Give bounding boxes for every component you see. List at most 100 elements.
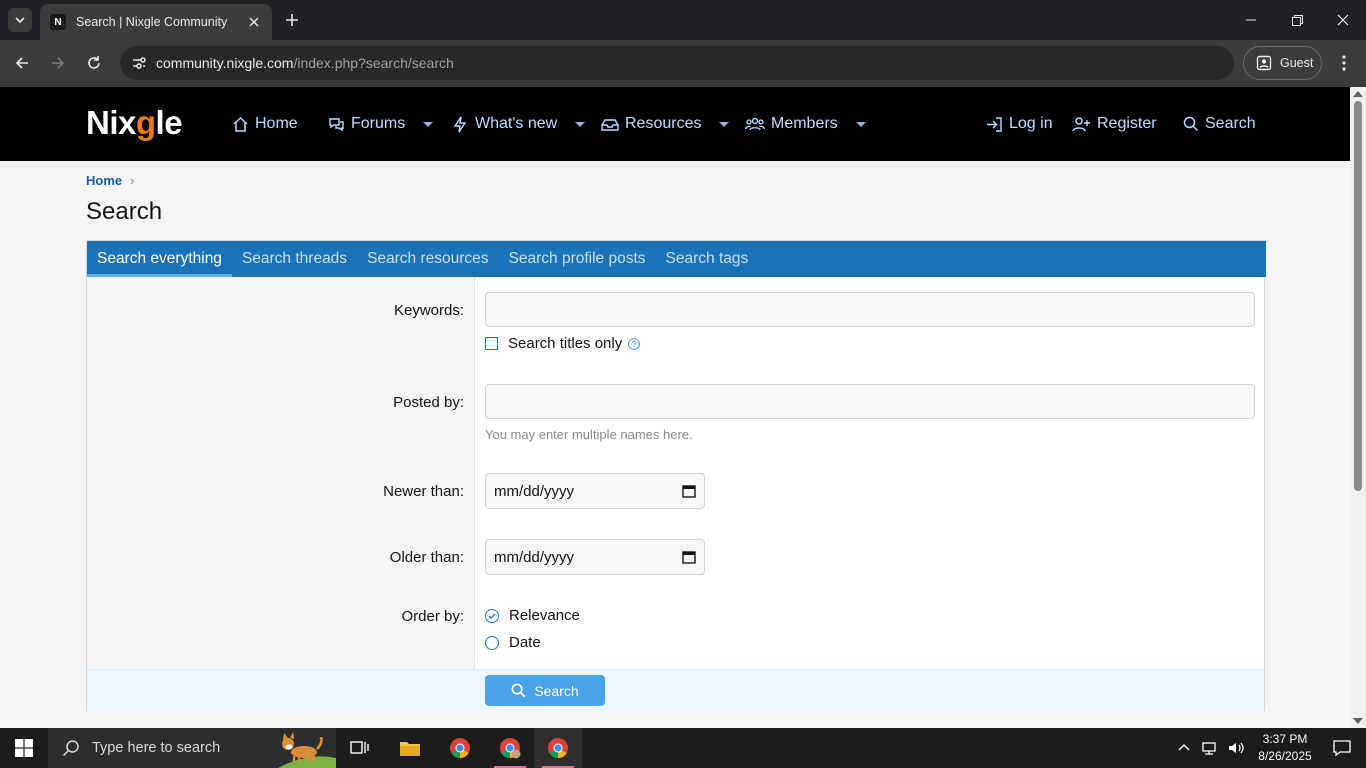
chevron-up-icon[interactable] bbox=[1178, 742, 1190, 754]
volume-icon[interactable] bbox=[1228, 741, 1244, 755]
breadcrumb-home[interactable]: Home bbox=[86, 173, 122, 188]
titles-only-label[interactable]: Search titles only bbox=[508, 335, 622, 352]
chevron-down-icon[interactable] bbox=[719, 121, 730, 127]
site-info-button[interactable] bbox=[122, 46, 156, 80]
nav-resources[interactable]: Resources bbox=[601, 87, 730, 161]
reload-icon bbox=[88, 56, 100, 69]
taskbar-clock[interactable]: 3:37 PM 8/26/2025 bbox=[1250, 731, 1320, 765]
reload-button[interactable] bbox=[79, 48, 109, 78]
task-view-icon bbox=[350, 741, 369, 754]
forward-button[interactable] bbox=[43, 48, 73, 78]
chevron-down-icon[interactable] bbox=[855, 121, 866, 127]
chrome-taskbar-button-2[interactable] bbox=[486, 728, 534, 768]
logo-part-1: Nix bbox=[86, 104, 136, 141]
posted-by-hint: You may enter multiple names here. bbox=[485, 427, 693, 442]
newer-than-value: mm/dd/yyyy bbox=[494, 482, 575, 500]
tab-search-tags[interactable]: Search tags bbox=[656, 241, 759, 277]
address-bar[interactable]: community.nixgle.com/index.php?search/se… bbox=[120, 46, 1234, 80]
bolt-icon bbox=[453, 116, 467, 132]
nav-login[interactable]: Log in bbox=[986, 87, 1053, 161]
keywords-label: Keywords: bbox=[393, 302, 464, 319]
profile-button[interactable]: Guest bbox=[1243, 46, 1322, 80]
nav-resources-label: Resources bbox=[625, 115, 702, 132]
browser-tabstrip: N Search | Nixgle Community bbox=[0, 0, 1366, 40]
tab-search-resources[interactable]: Search resources bbox=[357, 241, 498, 277]
posted-by-label: Posted by: bbox=[393, 394, 464, 411]
nav-members-label: Members bbox=[771, 115, 838, 132]
file-explorer-button[interactable] bbox=[386, 728, 434, 768]
keywords-input[interactable] bbox=[485, 292, 1255, 327]
browser-menu-button[interactable] bbox=[1330, 48, 1358, 78]
users-icon bbox=[745, 117, 765, 130]
titles-only-checkbox[interactable] bbox=[485, 337, 498, 350]
profile-icon bbox=[1256, 55, 1272, 71]
breadcrumb: Home › bbox=[86, 173, 134, 188]
chevron-down-icon[interactable] bbox=[575, 121, 586, 127]
nav-home[interactable]: Home bbox=[232, 87, 298, 161]
chrome-taskbar-button-1[interactable] bbox=[436, 728, 484, 768]
restore-button[interactable] bbox=[1274, 0, 1320, 40]
close-icon bbox=[249, 17, 259, 27]
url-host: community.nixgle.com bbox=[156, 55, 294, 71]
notification-center-button[interactable] bbox=[1318, 728, 1366, 768]
calendar-icon[interactable] bbox=[682, 550, 696, 564]
site-header: Nixgle Home Forums What's new Resources … bbox=[0, 87, 1350, 161]
titles-only-row: Search titles only ? bbox=[485, 335, 641, 352]
date-label[interactable]: Date bbox=[509, 634, 541, 651]
taskbar-search-box[interactable]: Type here to search bbox=[48, 728, 336, 768]
scrollbar-thumb[interactable] bbox=[1354, 101, 1362, 491]
search-submit-button[interactable]: Search bbox=[485, 675, 605, 706]
close-icon bbox=[1337, 14, 1349, 26]
relevance-label[interactable]: Relevance bbox=[509, 607, 580, 624]
chrome-profile-icon bbox=[500, 738, 521, 759]
site-logo[interactable]: Nixgle bbox=[86, 104, 183, 142]
posted-by-input[interactable] bbox=[485, 384, 1255, 419]
logo-part-2: le bbox=[155, 104, 183, 141]
tab-search-threads[interactable]: Search threads bbox=[232, 241, 357, 277]
network-icon[interactable] bbox=[1200, 741, 1218, 755]
chevron-down-icon[interactable] bbox=[423, 121, 434, 127]
nav-members[interactable]: Members bbox=[745, 87, 866, 161]
task-view-button[interactable] bbox=[336, 728, 384, 768]
browser-tab-active[interactable]: N Search | Nixgle Community bbox=[40, 4, 272, 40]
close-window-button[interactable] bbox=[1320, 0, 1366, 40]
logo-part-accent: g bbox=[135, 104, 156, 141]
order-relevance-option[interactable]: Relevance bbox=[485, 607, 580, 624]
back-button[interactable] bbox=[7, 48, 37, 78]
tab-close-button[interactable] bbox=[246, 14, 262, 30]
tab-title: Search | Nixgle Community bbox=[76, 15, 228, 29]
new-tab-button[interactable] bbox=[280, 8, 304, 32]
nav-search[interactable]: Search bbox=[1183, 87, 1256, 161]
help-icon[interactable]: ? bbox=[628, 337, 641, 350]
tab-search-everything[interactable]: Search everything bbox=[87, 241, 232, 277]
relevance-radio[interactable] bbox=[485, 608, 499, 623]
nav-register[interactable]: Register bbox=[1072, 87, 1157, 161]
start-button[interactable] bbox=[0, 728, 48, 768]
nav-whats-new-label: What's new bbox=[475, 115, 558, 132]
clock-date: 8/26/2025 bbox=[1258, 749, 1312, 763]
calendar-icon[interactable] bbox=[682, 484, 696, 498]
search-icon bbox=[511, 683, 526, 698]
minimize-icon bbox=[1246, 19, 1256, 21]
chrome-taskbar-button-active[interactable] bbox=[534, 728, 582, 768]
order-date-option[interactable]: Date bbox=[485, 634, 541, 651]
page-scrollbar[interactable] bbox=[1350, 87, 1366, 728]
minimize-button[interactable] bbox=[1228, 0, 1274, 40]
tab-search-button[interactable] bbox=[8, 8, 32, 32]
older-than-date-input[interactable]: mm/dd/yyyy bbox=[485, 539, 705, 575]
form-submit-row: Search bbox=[87, 669, 1264, 711]
nav-whats-new[interactable]: What's new bbox=[452, 87, 586, 161]
nav-forums[interactable]: Forums bbox=[328, 87, 434, 161]
newer-than-date-input[interactable]: mm/dd/yyyy bbox=[485, 473, 705, 509]
home-icon bbox=[233, 116, 248, 132]
date-radio[interactable] bbox=[485, 635, 499, 650]
scroll-down-arrow[interactable] bbox=[1353, 718, 1363, 724]
login-icon bbox=[987, 116, 1002, 132]
scroll-up-arrow[interactable] bbox=[1353, 91, 1363, 97]
chevron-right-icon: › bbox=[130, 173, 135, 188]
tab-search-profile-posts[interactable]: Search profile posts bbox=[499, 241, 656, 277]
tune-icon bbox=[133, 57, 146, 69]
page-title: Search bbox=[86, 198, 163, 225]
nav-forums-label: Forums bbox=[351, 115, 406, 132]
user-plus-icon bbox=[1072, 116, 1090, 131]
